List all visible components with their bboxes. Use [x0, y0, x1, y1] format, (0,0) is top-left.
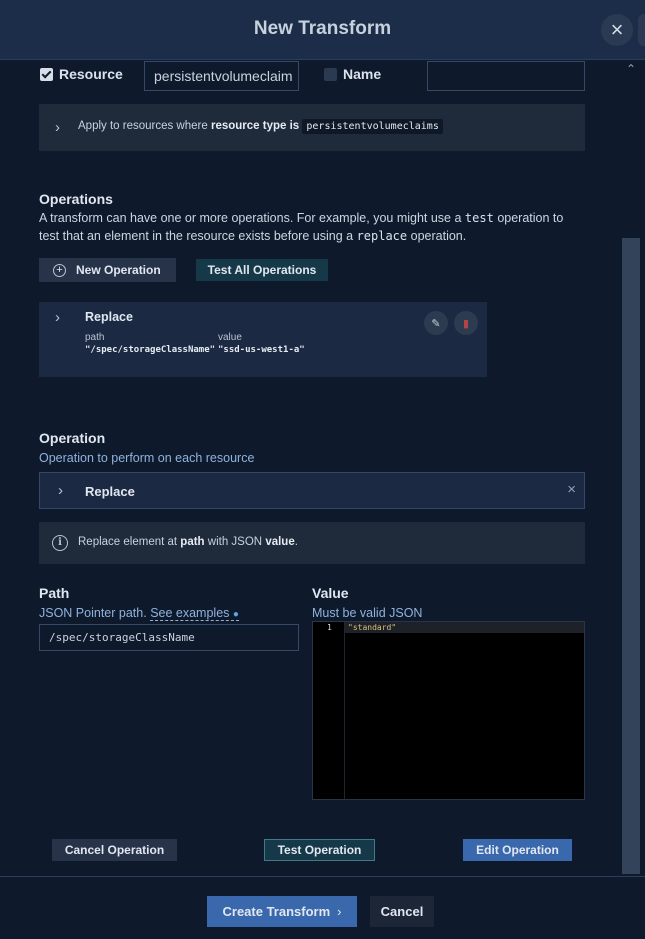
edit-icon: ✎ — [431, 317, 441, 330]
delete-operation-icon-button[interactable]: ▮ — [454, 311, 478, 335]
operation-path-value: "/spec/storageClassName" — [85, 345, 216, 355]
summary-prefix: Apply to resources where — [78, 120, 208, 132]
clear-icon[interactable]: × — [567, 481, 576, 498]
cancel-button[interactable]: Cancel — [370, 896, 434, 927]
scrollbar-thumb[interactable] — [622, 238, 640, 874]
operation-type-selected: Replace — [85, 484, 135, 499]
resource-checkbox[interactable] — [40, 68, 53, 81]
trash-icon: ▮ — [462, 317, 470, 330]
see-examples-link[interactable]: See examples ● — [150, 606, 239, 621]
create-transform-button[interactable]: Create Transform › — [207, 896, 357, 927]
resource-summary-panel[interactable]: › Apply to resources where resource type… — [39, 104, 585, 151]
name-checkbox[interactable] — [324, 68, 337, 81]
value-column-header: value — [218, 332, 242, 343]
value-description: Must be valid JSON — [312, 606, 423, 620]
json-code: "standard" — [348, 623, 397, 632]
close-icon: × — [610, 17, 624, 42]
operation-title: Operation — [39, 430, 106, 446]
operations-title: Operations — [39, 191, 113, 207]
edit-operation-button[interactable]: Edit Operation — [463, 839, 572, 861]
info-icon: i — [52, 535, 68, 551]
dialog-header: New Transform — [0, 0, 645, 60]
value-title: Value — [312, 585, 349, 601]
path-column-header: path — [85, 332, 105, 343]
test-all-operations-button[interactable]: Test All Operations — [196, 259, 328, 281]
path-title: Path — [39, 585, 70, 601]
operation-card-title: Replace — [85, 310, 133, 324]
plus-circle-icon: + — [53, 263, 66, 277]
operation-subtitle: Operation to perform on each resource — [39, 451, 255, 465]
new-operation-button[interactable]: + New Operation — [39, 258, 176, 282]
edit-operation-icon-button[interactable]: ✎ — [424, 311, 448, 335]
edge-tab — [638, 14, 645, 46]
cancel-operation-button[interactable]: Cancel Operation — [52, 839, 177, 861]
operation-card[interactable]: › Replace path value "/spec/storageClass… — [39, 302, 487, 377]
chevron-right-icon: › — [58, 482, 63, 499]
json-value-editor[interactable]: 1 "standard" — [312, 621, 585, 800]
operation-type-dropdown[interactable]: › Replace × — [39, 472, 585, 509]
resource-type-chip: persistentvolumeclaims — [302, 119, 443, 134]
name-input[interactable] — [427, 61, 585, 91]
summary-bold: resource type is — [210, 120, 300, 132]
operation-info-text: Replace element at path with JSON value. — [78, 536, 298, 548]
editor-gutter — [313, 622, 345, 799]
resource-input[interactable]: persistentvolumeclaim — [144, 61, 299, 91]
chevron-right-icon: › — [55, 119, 60, 136]
new-operation-label: New Operation — [76, 263, 161, 277]
operation-info-panel: i Replace element at path with JSON valu… — [39, 522, 585, 564]
close-button[interactable]: × — [601, 14, 633, 46]
speech-bubble-icon: ● — [232, 609, 239, 620]
dialog-title: New Transform — [253, 18, 392, 39]
create-transform-label: Create Transform — [222, 904, 331, 919]
name-label: Name — [343, 66, 382, 82]
summary-text: Apply to resources where resource type i… — [78, 119, 443, 134]
chevron-right-icon: › — [337, 904, 342, 919]
test-operation-button[interactable]: Test Operation — [264, 839, 375, 861]
resource-label: Resource — [59, 66, 123, 82]
path-input[interactable]: /spec/storageClassName — [39, 624, 299, 651]
chevron-right-icon[interactable]: › — [55, 310, 60, 325]
operations-description: A transform can have one or more operati… — [39, 211, 564, 243]
operation-value-value: "ssd-us-west1-a" — [218, 345, 305, 355]
line-number: 1 — [327, 623, 332, 632]
scroll-up-arrow-icon[interactable]: ⌃ — [622, 60, 640, 78]
path-description: JSON Pointer path. See examples ● — [39, 606, 239, 621]
